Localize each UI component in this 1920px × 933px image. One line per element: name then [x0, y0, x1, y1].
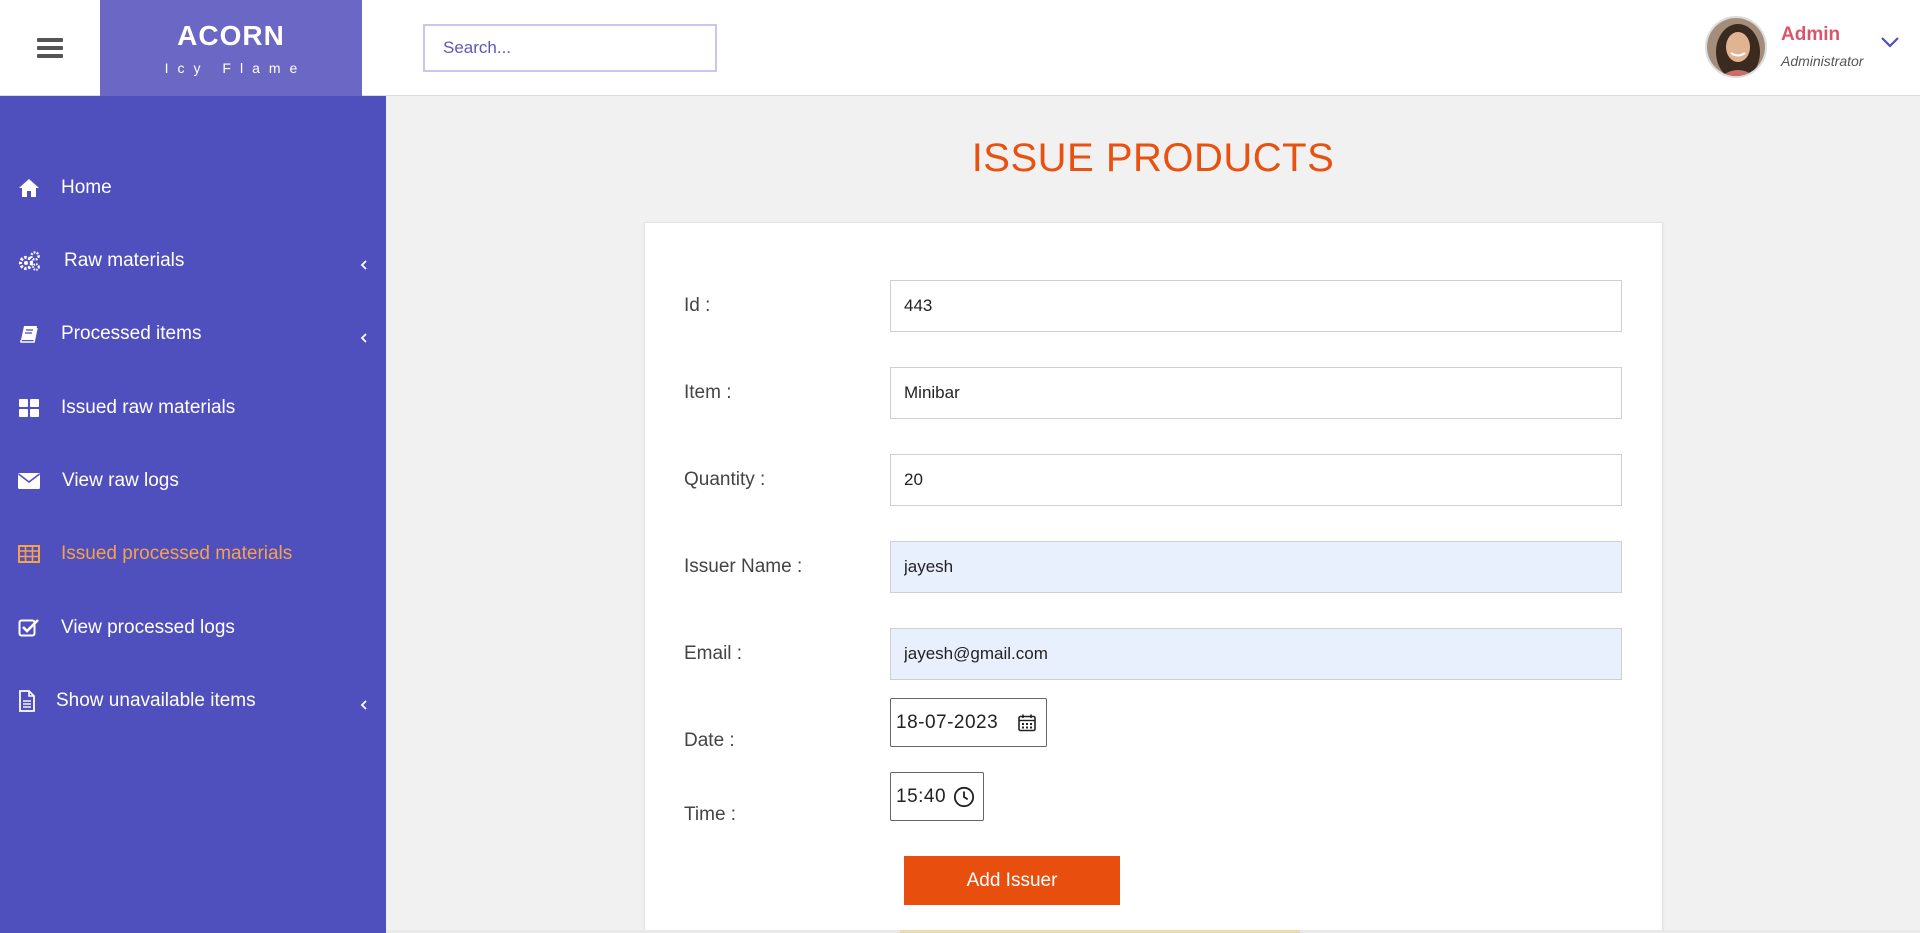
time-field[interactable]: [891, 785, 953, 808]
quantity-field[interactable]: [890, 454, 1622, 506]
date-picker[interactable]: [890, 698, 1047, 747]
chevron-left-icon: [358, 255, 370, 270]
sidebar-item-processed-items[interactable]: Processed items: [0, 308, 386, 360]
brand-tagline: Icy Flame: [164, 60, 307, 76]
sidebar-item-view-processed-logs[interactable]: View processed logs: [0, 602, 386, 654]
item-field[interactable]: [890, 367, 1622, 419]
issuer-name-field[interactable]: [890, 541, 1622, 593]
avatar[interactable]: [1705, 16, 1767, 78]
sidebar-item-label: Issued processed materials: [61, 543, 293, 564]
page-title: ISSUE PRODUCTS: [971, 136, 1335, 180]
sidebar-item-home[interactable]: Home: [0, 162, 386, 214]
sidebar-item-raw-materials[interactable]: Raw materials: [0, 235, 386, 287]
quantity-label: Quantity :: [684, 469, 766, 490]
checkbox-icon: [17, 616, 41, 640]
search-input[interactable]: [423, 24, 717, 72]
file-icon: [15, 689, 39, 713]
sidebar-item-label: Home: [61, 177, 112, 198]
menu-toggle-button[interactable]: [0, 0, 100, 96]
top-bar: ACORN Icy Flame Admin Administrator: [0, 0, 1920, 96]
id-label: Id :: [684, 295, 711, 316]
table-icon: [17, 542, 41, 566]
chevron-left-icon: [358, 695, 370, 710]
chevron-down-icon[interactable]: [1878, 30, 1902, 54]
sidebar-item-issued-raw-materials[interactable]: Issued raw materials: [0, 382, 386, 434]
gears-icon: [17, 249, 41, 273]
clock-icon[interactable]: [953, 786, 975, 808]
sidebar-item-issued-processed-materials[interactable]: Issued processed materials: [0, 528, 386, 580]
brand-logo[interactable]: ACORN Icy Flame: [100, 0, 362, 96]
sidebar-item-label: View raw logs: [62, 470, 179, 491]
issuer-name-label: Issuer Name :: [684, 556, 803, 577]
user-name: Admin: [1781, 24, 1841, 45]
hamburger-icon: [37, 38, 63, 58]
email-field[interactable]: [890, 628, 1622, 680]
book-icon: [17, 322, 41, 346]
sidebar: Home Raw materials Processed items Issue…: [0, 96, 386, 933]
item-label: Item :: [684, 382, 732, 403]
sidebar-item-label: Raw materials: [64, 250, 185, 271]
sidebar-item-label: View processed logs: [61, 617, 235, 638]
sidebar-item-show-unavailable-items[interactable]: Show unavailable items: [0, 675, 386, 727]
calendar-icon[interactable]: [1016, 712, 1038, 734]
sidebar-item-label: Processed items: [61, 323, 202, 344]
sidebar-item-view-raw-logs[interactable]: View raw logs: [0, 455, 386, 507]
time-label: Time :: [684, 804, 737, 825]
grid-icon: [17, 396, 41, 420]
home-icon: [17, 176, 41, 200]
add-issuer-button[interactable]: Add Issuer: [904, 856, 1120, 905]
chevron-left-icon: [358, 328, 370, 343]
brand-name: ACORN: [177, 20, 285, 51]
date-label: Date :: [684, 730, 735, 751]
email-label: Email :: [684, 643, 743, 664]
time-picker[interactable]: [890, 772, 984, 821]
date-field[interactable]: [891, 711, 1016, 734]
sidebar-item-label: Issued raw materials: [61, 397, 236, 418]
id-field[interactable]: [890, 280, 1622, 332]
user-role: Administrator: [1781, 53, 1864, 69]
sidebar-item-label: Show unavailable items: [56, 690, 256, 711]
envelope-icon: [17, 469, 41, 493]
